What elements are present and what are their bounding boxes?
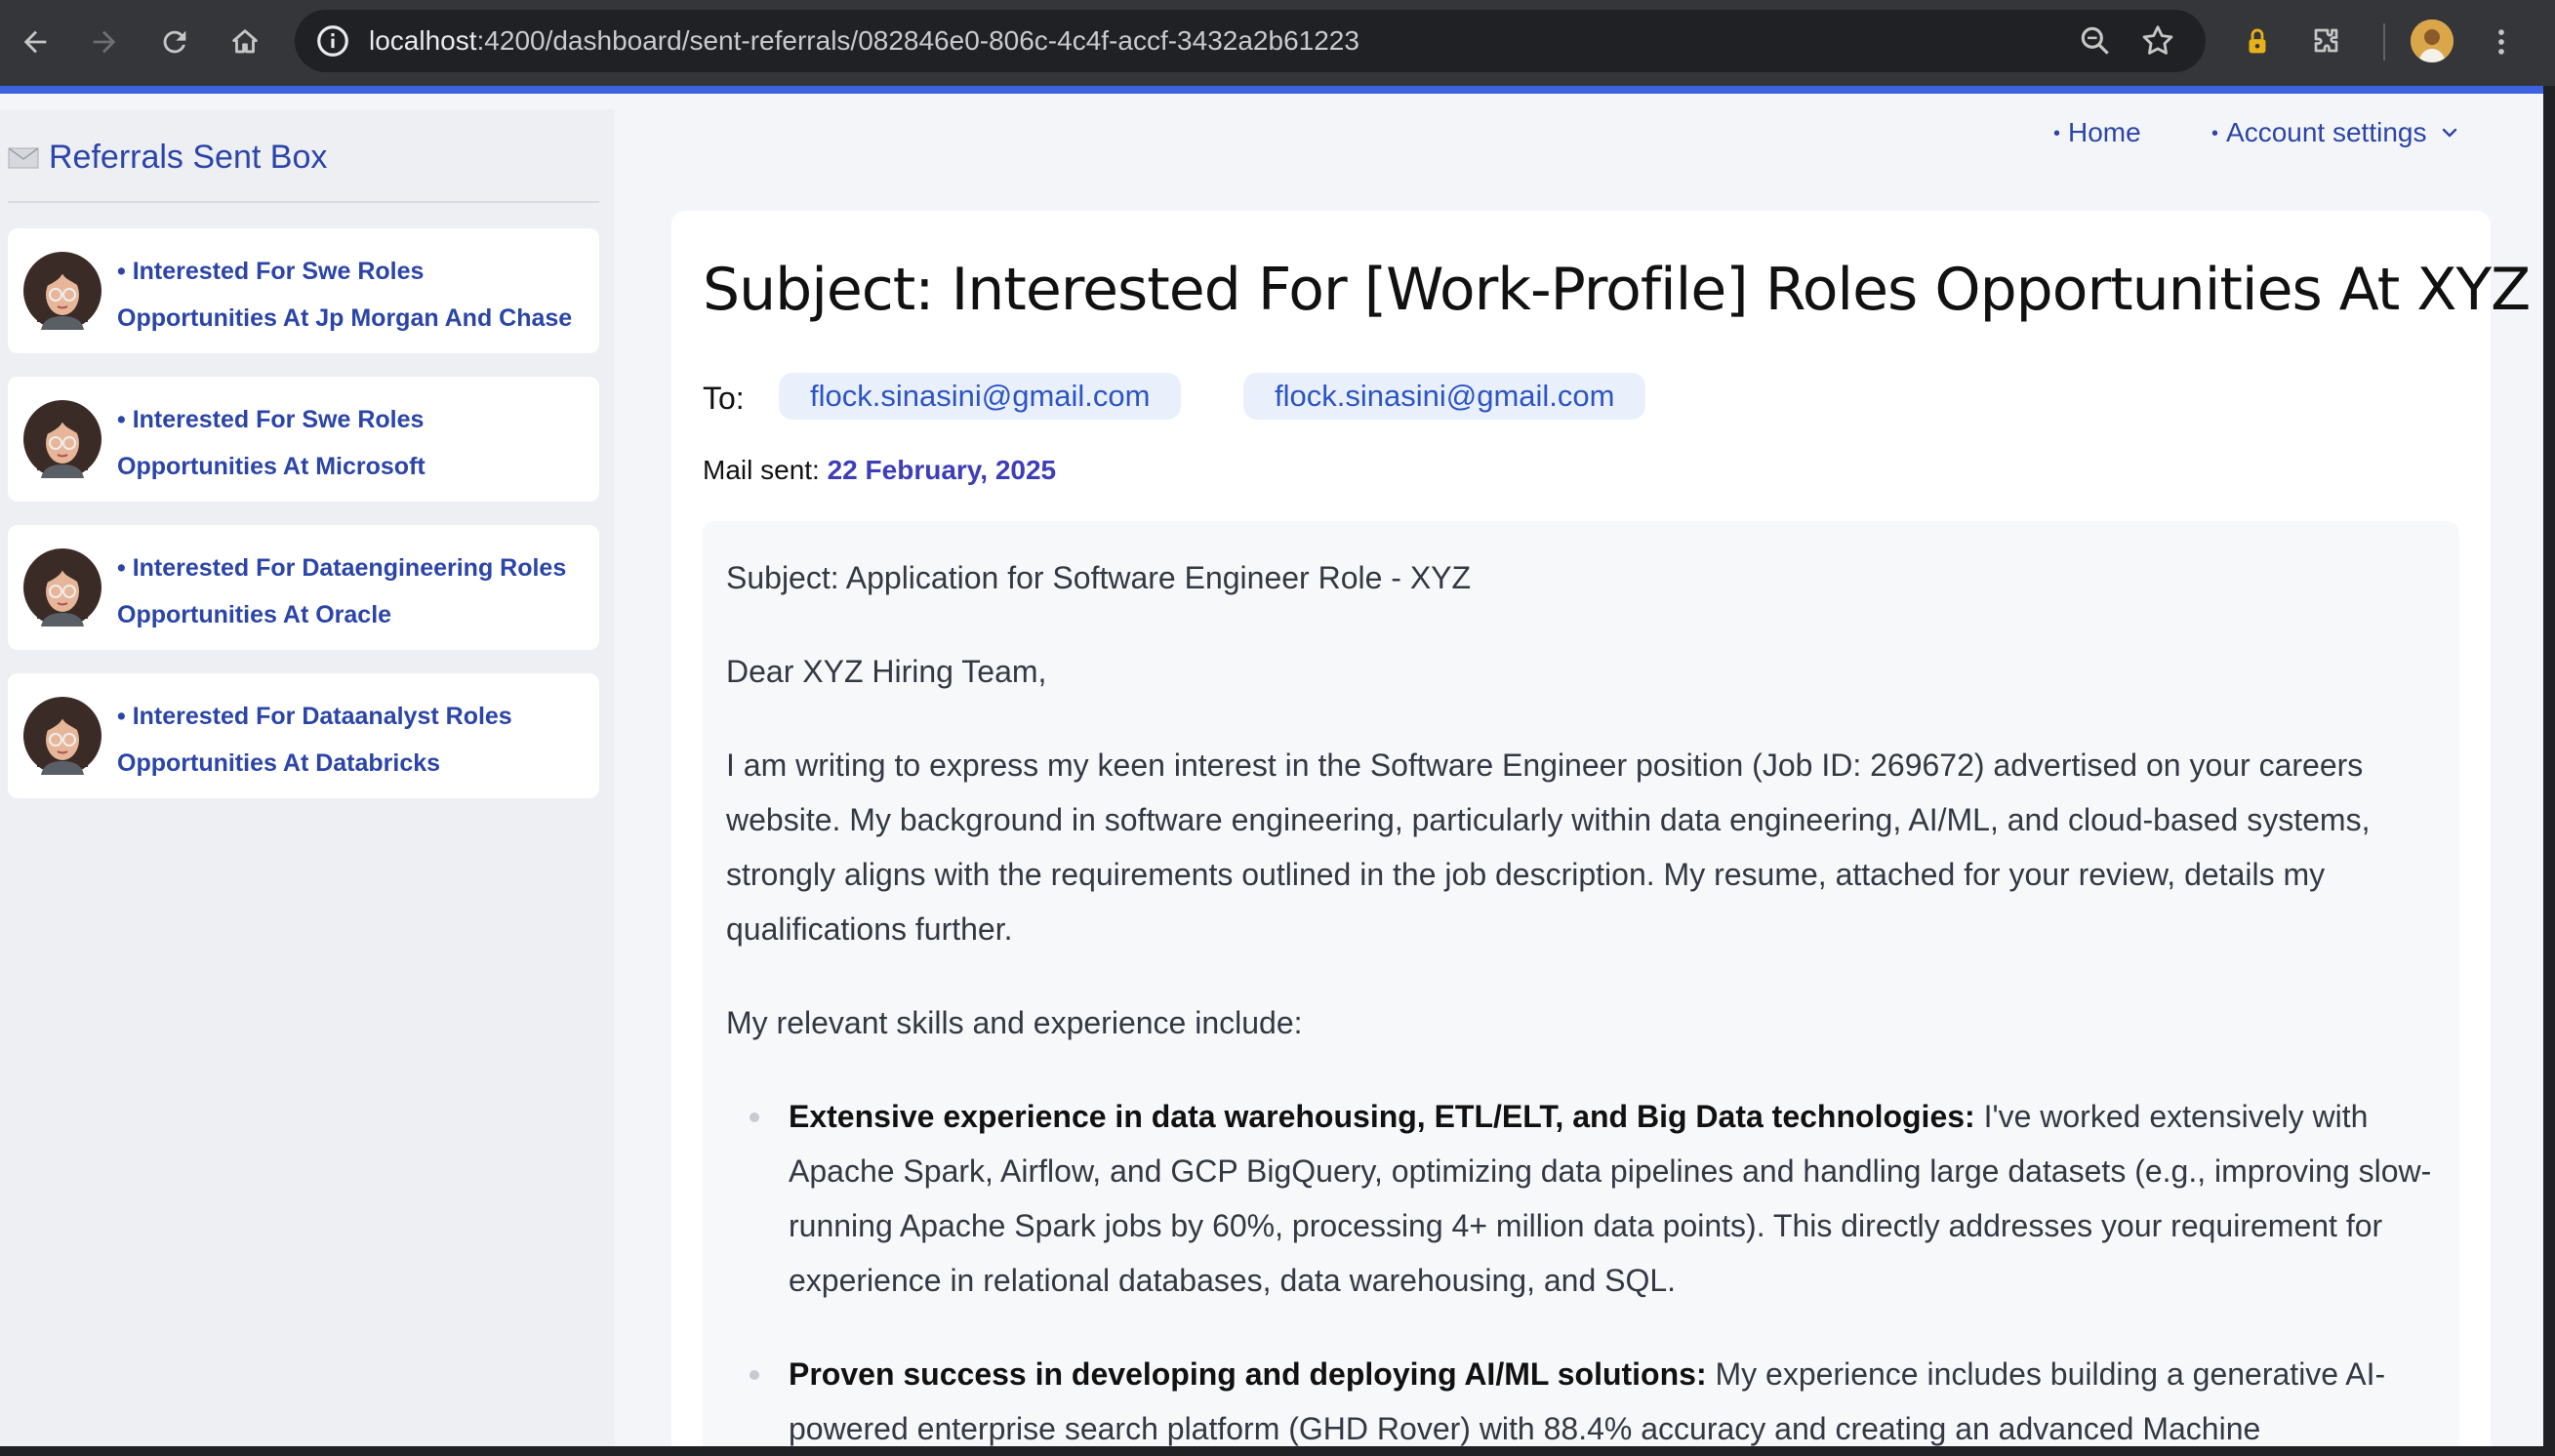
- referral-item[interactable]: • Interested For Swe Roles Opportunities…: [8, 377, 599, 502]
- nav-home-label: Home: [2068, 117, 2141, 147]
- skills-list-item: Proven success in developing and deployi…: [726, 1347, 2436, 1446]
- sidebar-divider: [8, 201, 599, 203]
- profile-avatar-icon: [2411, 20, 2454, 62]
- address-bar[interactable]: localhost:4200/dashboard/sent-referrals/…: [295, 10, 2206, 72]
- window-edge: [2543, 86, 2555, 1456]
- body-subject-line: Subject: Application for Software Engine…: [726, 560, 1472, 595]
- mail-sent-line: Mail sent: 22 February, 2025: [703, 455, 1056, 486]
- forward-button[interactable]: [78, 16, 131, 68]
- browser-menu-icon[interactable]: [2479, 20, 2524, 64]
- recipient-chip[interactable]: flock.sinasini@gmail.com: [779, 373, 1182, 420]
- bullet-dot: •: [2211, 123, 2219, 145]
- page-load-bar: [0, 86, 2543, 94]
- mail-detail-card: Subject: Interested For [Work-Profile] R…: [671, 211, 2531, 1446]
- avatar-icon: [23, 548, 101, 627]
- home-icon: [232, 29, 258, 54]
- browser-toolbar: localhost:4200/dashboard/sent-referrals/…: [0, 0, 2555, 86]
- avatar-icon: [23, 697, 101, 775]
- url-path: :4200/dashboard/sent-referrals/082846e0-…: [476, 25, 1359, 56]
- nav-account-label: Account settings: [2226, 117, 2427, 147]
- skill-title: Extensive experience in data warehousing…: [789, 1099, 1975, 1134]
- mail-subject-heading: Subject: Interested For [Work-Profile] R…: [703, 256, 2531, 324]
- sidebar: Referrals Sent Box • Interested For Swe …: [0, 109, 615, 1446]
- referral-item-label: • Interested For Swe Roles Opportunities…: [117, 258, 573, 332]
- recipient-chip[interactable]: flock.sinasini@gmail.com: [1243, 373, 1646, 420]
- page-viewport: Referrals Sent Box • Interested For Swe …: [0, 94, 2543, 1446]
- extensions-puzzle-icon[interactable]: [2305, 20, 2350, 64]
- nav-account-settings[interactable]: • Account settings: [2211, 117, 2461, 148]
- mail-sent-label: Mail sent:: [703, 455, 820, 485]
- skill-title: Proven success in developing and deployi…: [789, 1356, 1707, 1392]
- password-extension-icon[interactable]: [2235, 20, 2280, 64]
- referral-item-label: • Interested For Dataanalyst Roles Oppor…: [117, 703, 512, 777]
- forward-arrow-icon: [93, 30, 116, 54]
- referral-item[interactable]: • Interested For Dataanalyst Roles Oppor…: [8, 673, 599, 798]
- chevron-down-icon: [2443, 128, 2457, 138]
- url-host: localhost: [369, 25, 477, 56]
- body-greeting: Dear XYZ Hiring Team,: [726, 654, 1047, 689]
- mail-body: Subject: Application for Software Engine…: [703, 521, 2459, 1446]
- skills-list: Extensive experience in data warehousing…: [726, 1089, 2436, 1446]
- avatar-icon: [23, 252, 101, 330]
- reload-icon: [163, 30, 186, 54]
- back-arrow-icon: [23, 30, 47, 54]
- envelope-icon: [8, 146, 39, 168]
- back-button[interactable]: [9, 16, 61, 68]
- sidebar-title[interactable]: Referrals Sent Box: [8, 139, 327, 177]
- body-intro-paragraph: I am writing to express my keen interest…: [726, 748, 2371, 947]
- mail-sent-date: 22 February, 2025: [827, 455, 1057, 485]
- profile-avatar[interactable]: [2411, 20, 2454, 62]
- avatar-icon: [23, 400, 101, 478]
- referral-item[interactable]: • Interested For Dataengineering Roles O…: [8, 525, 599, 650]
- window-bottom-edge: [0, 1446, 2555, 1456]
- url-text[interactable]: localhost:4200/dashboard/sent-referrals/…: [369, 10, 1359, 72]
- referral-item-label: • Interested For Dataengineering Roles O…: [117, 554, 567, 628]
- referral-item[interactable]: • Interested For Swe Roles Opportunities…: [8, 228, 599, 353]
- skills-list-item: Extensive experience in data warehousing…: [726, 1089, 2436, 1308]
- home-button[interactable]: [219, 16, 271, 68]
- sidebar-title-text: Referrals Sent Box: [49, 139, 328, 176]
- bookmark-star-icon[interactable]: [2139, 22, 2176, 60]
- nav-home-link[interactable]: • Home: [2053, 117, 2141, 148]
- referral-item-label: • Interested For Swe Roles Opportunities…: [117, 406, 426, 480]
- site-info-icon[interactable]: [314, 22, 351, 60]
- toolbar-divider: [2383, 23, 2385, 61]
- reload-button[interactable]: [148, 16, 201, 68]
- body-skills-intro: My relevant skills and experience includ…: [726, 1005, 1303, 1040]
- bullet-dot: •: [2053, 123, 2061, 145]
- to-label: To:: [703, 381, 745, 416]
- zoom-icon[interactable]: [2077, 22, 2114, 60]
